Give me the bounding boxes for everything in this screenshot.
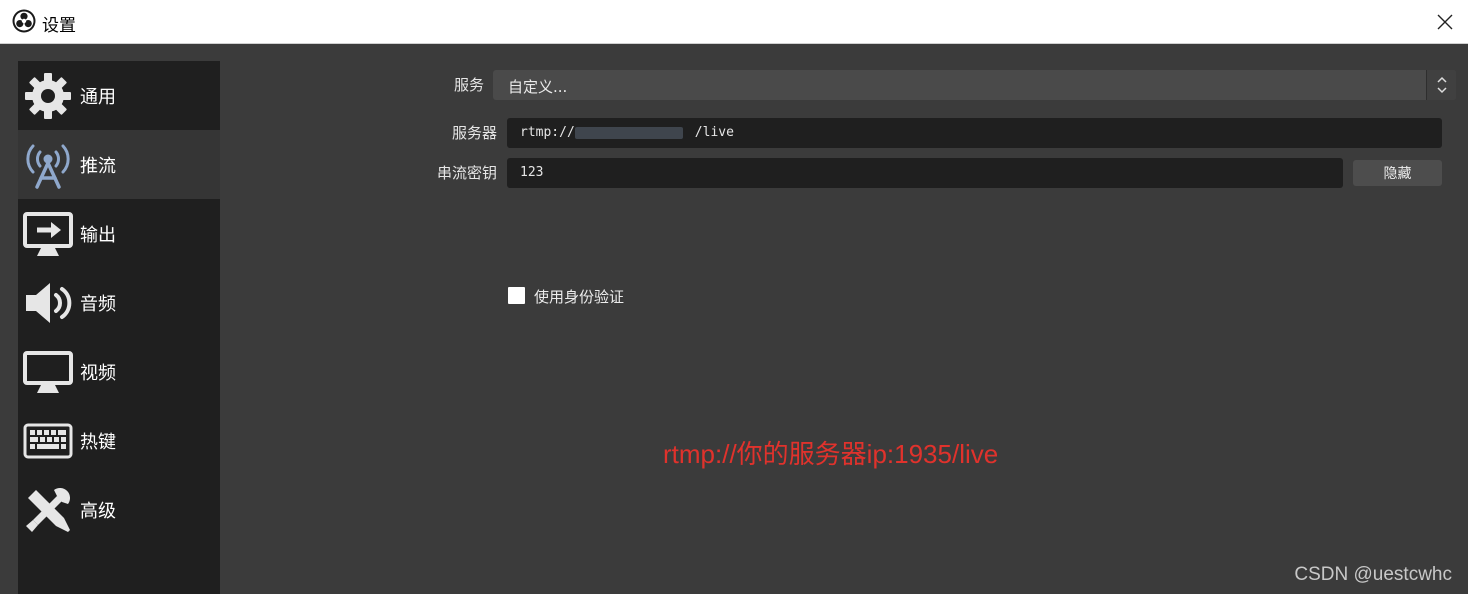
chevron-up-down-icon xyxy=(1436,76,1447,94)
sidebar-item-label: 视频 xyxy=(80,362,116,384)
sidebar-item-general[interactable]: 通用 xyxy=(18,61,220,130)
redaction-mask xyxy=(575,127,683,139)
sidebar-item-video[interactable]: 视频 xyxy=(18,337,220,406)
sidebar-item-advanced[interactable]: 高级 xyxy=(18,475,220,544)
title-bar: 设置 xyxy=(0,0,1468,44)
stream-key-label: 串流密钥 xyxy=(436,164,497,182)
service-select-arrows[interactable] xyxy=(1426,70,1456,100)
server-value-suffix: /live xyxy=(694,125,734,140)
settings-sidebar: 通用 推流 输出 音频 视频 热键 高级 xyxy=(18,61,220,594)
server-value-prefix: rtmp:// xyxy=(520,125,575,140)
watermark: CSDN @uestcwhc xyxy=(1294,564,1452,585)
stream-key-value: 123 xyxy=(520,165,544,180)
monitor-icon xyxy=(22,346,74,398)
close-icon xyxy=(1437,14,1453,30)
window-title: 设置 xyxy=(42,16,76,36)
sidebar-item-stream[interactable]: 推流 xyxy=(18,130,220,199)
sidebar-item-label: 高级 xyxy=(80,500,116,522)
server-input[interactable]: rtmp:// /live xyxy=(507,118,1442,148)
hide-key-button[interactable]: 隐藏 xyxy=(1353,160,1442,186)
use-auth-checkbox[interactable] xyxy=(508,287,525,304)
settings-main: 通用 推流 输出 音频 视频 热键 高级 服务 自定义... 服务器 rtmp:… xyxy=(0,44,1468,594)
keyboard-icon xyxy=(22,415,74,467)
sidebar-item-audio[interactable]: 音频 xyxy=(18,268,220,337)
sidebar-item-label: 输出 xyxy=(80,224,116,246)
obs-logo-icon xyxy=(12,9,36,33)
sidebar-item-label: 热键 xyxy=(80,431,116,453)
stream-key-input[interactable]: 123 xyxy=(507,158,1343,188)
annotation-text: rtmp://你的服务器ip:1935/live xyxy=(663,439,999,469)
gear-icon xyxy=(22,70,74,122)
sidebar-item-label: 音频 xyxy=(80,293,116,315)
server-label: 服务器 xyxy=(451,124,497,142)
speaker-icon xyxy=(22,277,74,329)
wrench-screwdriver-icon xyxy=(22,484,74,536)
sidebar-item-label: 通用 xyxy=(80,86,116,108)
close-button[interactable] xyxy=(1422,0,1468,44)
use-auth-label: 使用身份验证 xyxy=(534,288,625,306)
service-label: 服务 xyxy=(453,76,484,94)
service-select-value: 自定义... xyxy=(508,78,568,96)
sidebar-item-label: 推流 xyxy=(80,155,116,177)
broadcast-antenna-icon xyxy=(22,139,74,191)
service-select[interactable]: 自定义... xyxy=(493,70,1456,100)
monitor-output-icon xyxy=(22,208,74,260)
sidebar-item-hotkeys[interactable]: 热键 xyxy=(18,406,220,475)
sidebar-item-output[interactable]: 输出 xyxy=(18,199,220,268)
